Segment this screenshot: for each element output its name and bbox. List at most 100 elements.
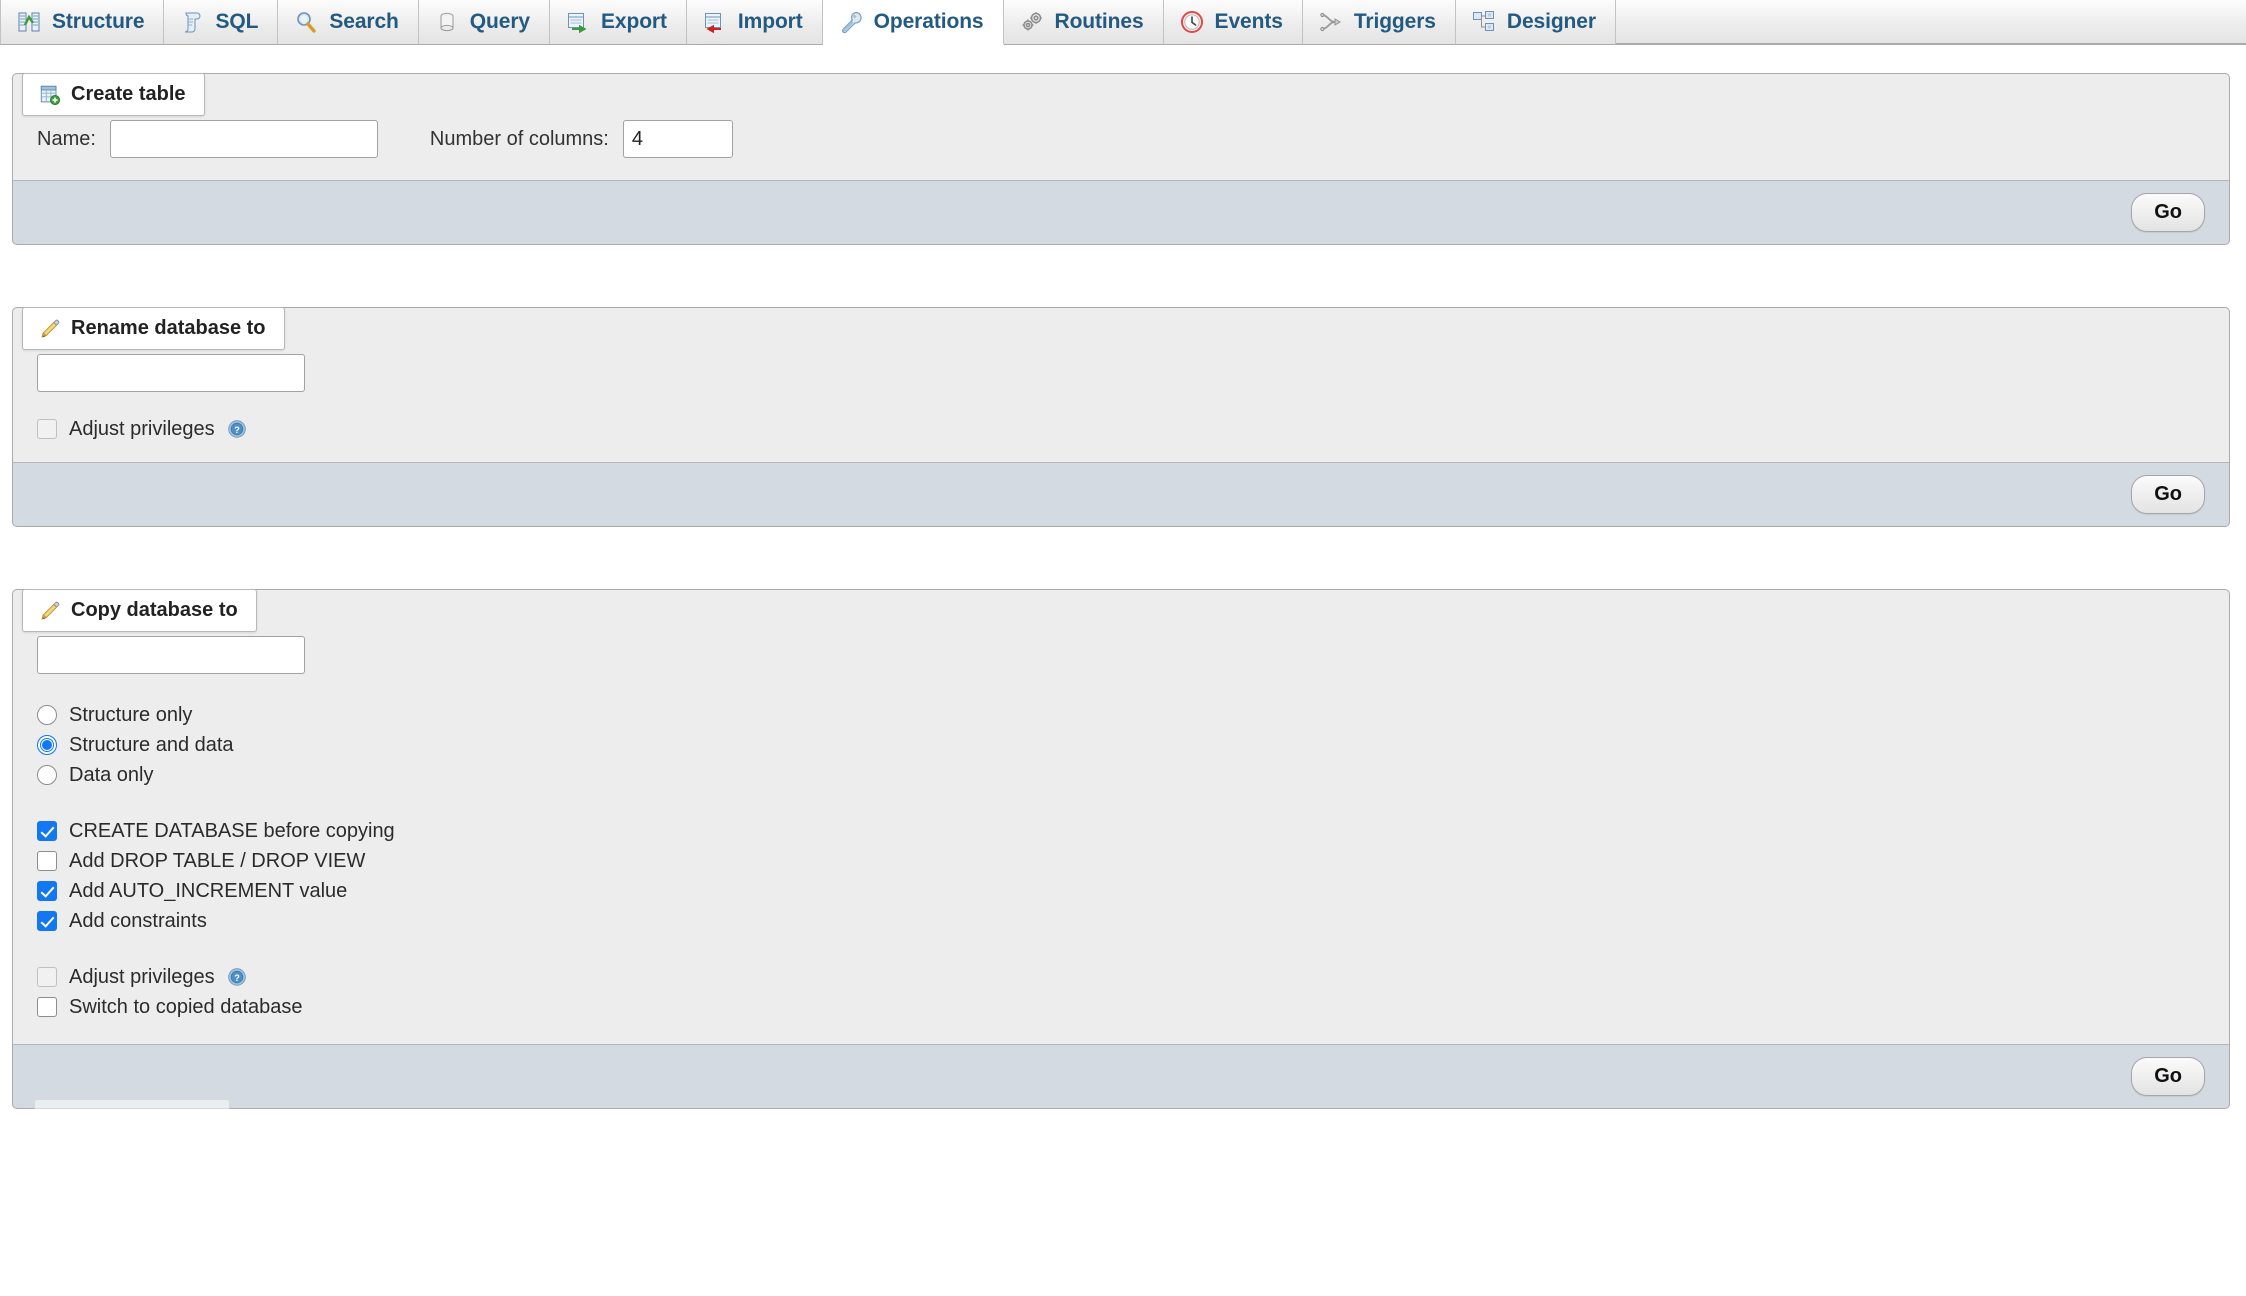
- checkbox-add-drop-table-row[interactable]: Add DROP TABLE / DROP VIEW: [37, 846, 2205, 876]
- tab-routines[interactable]: Routines: [1003, 0, 1164, 45]
- operations-page: Create table Name: Number of columns: Go: [0, 73, 2246, 1109]
- table-name-input[interactable]: [109, 120, 378, 158]
- tab-label: Routines: [1054, 10, 1144, 33]
- tab-designer[interactable]: Designer: [1455, 0, 1616, 45]
- tab-label: Designer: [1506, 10, 1596, 33]
- svg-text:?: ?: [234, 425, 240, 435]
- checkbox-label: CREATE DATABASE before copying: [69, 819, 395, 842]
- checkbox-add-auto-increment-value[interactable]: [37, 881, 57, 901]
- radio-label: Data only: [69, 763, 154, 786]
- legend-text: Rename database to: [71, 317, 266, 339]
- next-section-legend-peek: [34, 1099, 230, 1109]
- legend-text: Create table: [71, 83, 186, 105]
- radio-structure-only-row[interactable]: Structure only: [37, 700, 2205, 730]
- rename-database-legend: Rename database to: [22, 307, 285, 350]
- radio-structure-only[interactable]: [37, 705, 57, 725]
- create-table-section: Create table Name: Number of columns: Go: [0, 73, 2246, 245]
- create-table-footer: Go: [12, 181, 2230, 245]
- rename-database-go-button[interactable]: Go: [2131, 475, 2205, 514]
- create-table-fieldset: Name: Number of columns:: [12, 73, 2230, 181]
- tab-structure[interactable]: Structure: [0, 0, 165, 45]
- checkbox-add-auto-increment-row[interactable]: Add AUTO_INCREMENT value: [37, 876, 2205, 906]
- new-table-icon: [40, 85, 61, 105]
- query-icon: [440, 12, 454, 32]
- radio-data-only[interactable]: [37, 765, 57, 785]
- radio-label: Structure only: [69, 703, 193, 726]
- tab-query[interactable]: Query: [418, 0, 550, 45]
- tab-label: Search: [329, 10, 399, 33]
- tab-operations[interactable]: Operations: [822, 0, 1004, 45]
- tab-label: Triggers: [1353, 10, 1436, 33]
- radio-data-only-row[interactable]: Data only: [37, 760, 2205, 790]
- number-of-columns-input[interactable]: [622, 120, 733, 158]
- designer-icon: [1472, 11, 1494, 31]
- routines-icon: [1022, 12, 1042, 31]
- copy-database-section: Copy database to Structure only Structur…: [0, 589, 2246, 1109]
- tab-triggers[interactable]: Triggers: [1302, 0, 1456, 45]
- tab-bar-filler: [1615, 0, 2246, 44]
- rename-adjust-privileges-checkbox[interactable]: [37, 419, 57, 439]
- tab-export[interactable]: Export: [549, 0, 687, 45]
- tab-label: Import: [737, 10, 803, 33]
- checkbox-label: Add DROP TABLE / DROP VIEW: [69, 849, 366, 872]
- checkbox-add-constraints[interactable]: [37, 911, 57, 931]
- copy-options-checkbox-group: CREATE DATABASE before copying Add DROP …: [37, 816, 2205, 936]
- tab-label: Export: [600, 10, 667, 33]
- radio-structure-and-data-row[interactable]: Structure and data: [37, 730, 2205, 760]
- copy-database-legend: Copy database to: [22, 589, 257, 632]
- copy-database-input[interactable]: [37, 636, 305, 674]
- copy-database-footer: Go: [12, 1045, 2230, 1109]
- import-icon: [704, 13, 721, 34]
- pencil-icon: [41, 319, 60, 337]
- radio-structure-and-data[interactable]: [37, 735, 57, 755]
- number-of-columns-label: Number of columns:: [429, 127, 609, 150]
- help-icon[interactable]: ?: [227, 419, 247, 439]
- checkbox-add-constraints-row[interactable]: Add constraints: [37, 906, 2205, 936]
- checkbox-create-database-row[interactable]: CREATE DATABASE before copying: [37, 816, 2205, 846]
- triggers-icon: [1320, 12, 1341, 32]
- checkbox-switch-to-copied-database-row[interactable]: Switch to copied database: [37, 992, 2205, 1022]
- help-icon[interactable]: ?: [227, 967, 247, 987]
- checkbox-add-drop-table-drop-view[interactable]: [37, 851, 57, 871]
- checkbox-label: Switch to copied database: [69, 995, 303, 1018]
- create-table-legend: Create table: [22, 73, 205, 116]
- checkbox-label: Add constraints: [69, 909, 207, 932]
- main-tab-bar: Structure SQL Search Query Export Import…: [0, 0, 2246, 45]
- pencil-icon: [41, 601, 60, 619]
- rename-database-input[interactable]: [37, 354, 305, 392]
- checkbox-create-database-before-copying[interactable]: [37, 821, 57, 841]
- svg-text:?: ?: [234, 973, 240, 983]
- create-table-row: Name: Number of columns:: [37, 120, 2205, 158]
- sql-icon: [185, 12, 201, 33]
- checkbox-label: Adjust privileges: [69, 965, 215, 988]
- search-icon: [297, 12, 317, 33]
- rename-database-section: Rename database to Adjust privileges ? G…: [0, 307, 2246, 527]
- rename-database-footer: Go: [12, 463, 2230, 527]
- create-table-go-button[interactable]: Go: [2131, 193, 2205, 232]
- tab-import[interactable]: Import: [686, 0, 823, 45]
- rename-adjust-privileges-label: Adjust privileges: [69, 417, 215, 440]
- name-label: Name:: [37, 127, 96, 150]
- copy-adjust-privileges-row[interactable]: Adjust privileges ?: [37, 962, 2205, 992]
- tab-label: SQL: [215, 10, 259, 33]
- export-icon: [567, 13, 587, 34]
- tab-sql[interactable]: SQL: [164, 0, 279, 45]
- clock-icon: [1180, 11, 1203, 33]
- tab-events[interactable]: Events: [1163, 0, 1303, 45]
- radio-label: Structure and data: [69, 733, 234, 756]
- tab-search[interactable]: Search: [278, 0, 419, 45]
- legend-text: Copy database to: [71, 599, 238, 621]
- rename-adjust-privileges-row[interactable]: Adjust privileges ?: [37, 414, 2205, 444]
- copy-database-fieldset: Structure only Structure and data Data o…: [12, 589, 2230, 1045]
- wrench-icon: [841, 11, 862, 34]
- copy-database-go-button[interactable]: Go: [2131, 1057, 2205, 1096]
- copy-adjust-privileges-checkbox[interactable]: [37, 967, 57, 987]
- checkbox-switch-to-copied-database[interactable]: [37, 997, 57, 1017]
- copy-mode-radio-group: Structure only Structure and data Data o…: [37, 700, 2205, 790]
- tab-label: Structure: [52, 10, 145, 33]
